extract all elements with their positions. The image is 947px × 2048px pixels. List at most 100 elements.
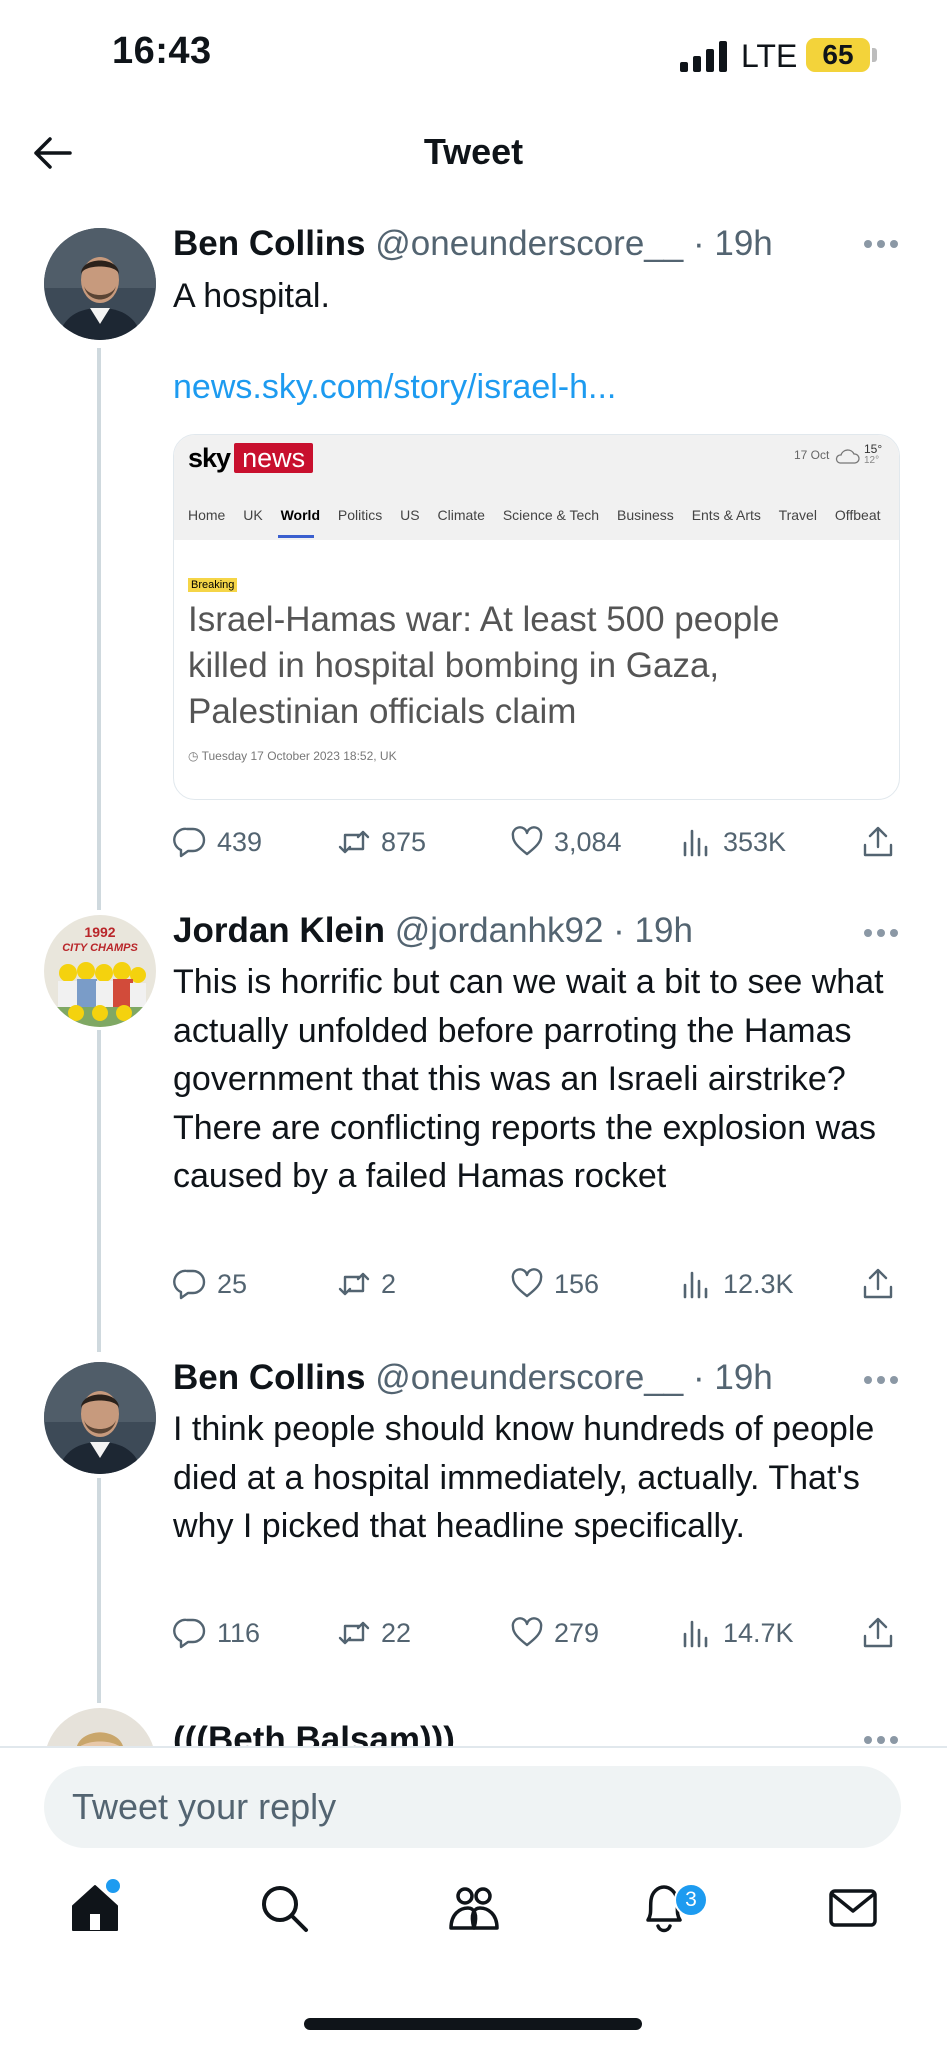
cloud-icon <box>835 449 860 464</box>
svg-text:CITY CHAMPS: CITY CHAMPS <box>62 942 138 954</box>
views-icon <box>683 1620 708 1648</box>
reply-icon <box>173 1618 206 1649</box>
reply-count: 439 <box>217 826 263 857</box>
active-nav-underline <box>278 535 314 538</box>
views-button[interactable]: 12.3K <box>679 1264 794 1304</box>
more-options-icon[interactable] <box>864 1736 898 1746</box>
status-time: 16:43 <box>112 30 212 72</box>
tab-search[interactable] <box>256 1880 312 1936</box>
tweet-time: · 19h <box>692 224 773 263</box>
retweet-button[interactable]: 22 <box>337 1613 411 1653</box>
card-nav-item: Travel <box>778 507 817 523</box>
home-unread-dot <box>106 1879 120 1893</box>
header: Tweet <box>0 115 947 195</box>
mail-icon <box>829 1889 877 1927</box>
reply-input[interactable] <box>72 1766 872 1848</box>
thread-line <box>97 1030 101 1352</box>
share-button[interactable] <box>861 1264 895 1304</box>
thread-line <box>97 1478 101 1703</box>
card-nav-item: Offbeat <box>834 507 881 523</box>
views-count: 12.3K <box>723 1268 794 1299</box>
views-button[interactable]: 14.7K <box>679 1613 794 1653</box>
tweet-actions: 439 875 3,084 353K <box>173 822 900 862</box>
battery-icon: 65 <box>806 38 870 72</box>
reply-button[interactable]: 439 <box>173 822 262 862</box>
avatar[interactable] <box>44 228 156 340</box>
home-indicator[interactable] <box>304 2018 642 2030</box>
tweet-header: Ben Collins @oneunderscore__ · 19h <box>173 1358 773 1398</box>
user-handle[interactable]: @oneunderscore__ <box>375 224 683 263</box>
reply-button[interactable]: 116 <box>173 1613 260 1653</box>
reply-box[interactable] <box>44 1766 901 1848</box>
reply-icon <box>173 1269 206 1300</box>
tweet-actions: 25 2 156 12.3K <box>173 1264 900 1304</box>
link-preview-card[interactable]: sky news 17 Oct 15° 12° Home UK World Pol… <box>173 434 900 800</box>
card-nav-item: World <box>280 507 320 523</box>
share-icon <box>863 1268 893 1299</box>
display-name[interactable]: Jordan Klein <box>173 911 385 950</box>
card-nav-item: Business <box>616 507 674 523</box>
battery-level: 65 <box>822 39 854 70</box>
tweet-text: This is horrific but can we wait a bit t… <box>173 963 884 1195</box>
reply-icon <box>173 827 206 858</box>
card-nav-item: Politics <box>337 507 383 523</box>
views-icon <box>683 829 708 857</box>
views-count: 353K <box>723 826 787 857</box>
divider <box>0 1746 947 1748</box>
card-headline: Israel-Hamas war: At least 500 people ki… <box>188 600 780 731</box>
like-button[interactable]: 156 <box>510 1264 599 1304</box>
views-count: 14.7K <box>723 1617 794 1648</box>
page-title: Tweet <box>423 131 524 172</box>
sky-news-logo: sky news <box>188 443 314 477</box>
retweet-count: 2 <box>381 1268 397 1299</box>
retweet-button[interactable]: 875 <box>337 822 426 862</box>
tab-communities[interactable] <box>446 1880 502 1936</box>
more-options-icon[interactable] <box>864 929 898 939</box>
card-nav-item: Science & Tech <box>502 507 600 523</box>
views-button[interactable]: 353K <box>679 822 786 862</box>
communities-icon <box>449 1887 499 1930</box>
share-icon <box>863 1617 893 1648</box>
tweet-time: · 19h <box>613 911 693 950</box>
display-name[interactable]: Ben Collins <box>173 224 366 263</box>
card-nav: Home UK World Politics US Climate Scienc… <box>188 507 895 523</box>
more-options-icon[interactable] <box>864 240 898 250</box>
tweet-actions: 116 22 279 14.7K <box>173 1613 900 1653</box>
card-nav-item: Home <box>188 507 226 523</box>
tweet-text: A hospital. <box>173 277 330 315</box>
share-button[interactable] <box>861 1613 895 1653</box>
avatar[interactable]: 1992 CITY CHAMPS <box>44 915 156 1027</box>
reply-count: 116 <box>217 1617 261 1648</box>
like-count: 279 <box>554 1617 600 1648</box>
user-handle[interactable]: @jordanhk92 <box>395 911 604 950</box>
tab-messages[interactable] <box>825 1880 881 1936</box>
battery-cap <box>872 48 877 62</box>
thread-line <box>97 348 101 910</box>
share-button[interactable] <box>861 822 895 862</box>
more-options-icon[interactable] <box>864 1376 898 1386</box>
share-icon <box>863 826 893 857</box>
retweet-icon <box>338 1272 370 1296</box>
retweet-count: 22 <box>381 1617 412 1648</box>
like-count: 3,084 <box>554 826 622 857</box>
views-icon <box>683 1271 708 1299</box>
heart-icon <box>511 826 543 856</box>
heart-icon <box>511 1268 543 1298</box>
like-count: 156 <box>554 1268 600 1299</box>
like-button[interactable]: 279 <box>510 1613 599 1653</box>
user-handle[interactable]: @oneunderscore__ <box>375 1358 683 1397</box>
tweet-header: Jordan Klein @jordanhk92 · 19h <box>173 911 693 951</box>
reply-button[interactable]: 25 <box>173 1264 247 1304</box>
heart-icon <box>511 1617 543 1647</box>
display-name[interactable]: Ben Collins <box>173 1358 366 1397</box>
tweet-text: I think people should know hundreds of p… <box>173 1410 875 1545</box>
retweet-icon <box>338 1621 370 1645</box>
tweet-link[interactable]: news.sky.com/story/israel-h... <box>173 368 616 407</box>
retweet-count: 875 <box>381 826 427 857</box>
card-nav-item: UK <box>243 507 263 523</box>
avatar[interactable] <box>44 1362 156 1474</box>
svg-text:1992: 1992 <box>84 924 115 940</box>
like-button[interactable]: 3,084 <box>510 822 622 862</box>
network-label: LTE <box>741 38 798 74</box>
retweet-button[interactable]: 2 <box>337 1264 396 1304</box>
